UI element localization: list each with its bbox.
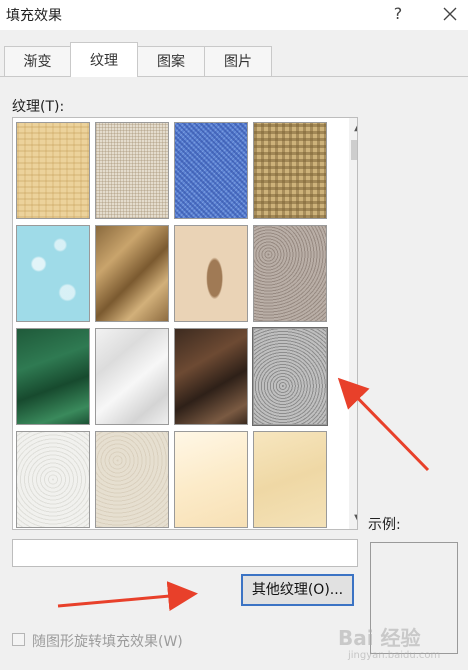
help-button[interactable]: ? [384, 1, 412, 27]
title-bar: 填充效果 ? [0, 0, 468, 30]
close-icon [443, 7, 457, 21]
texture-paper-bag[interactable] [95, 225, 169, 322]
tab-strip: 渐变 纹理 图案 图片 [0, 42, 468, 77]
texture-scrollbar[interactable]: ▲ ▼ [349, 118, 357, 529]
scroll-up-icon[interactable]: ▲ [349, 120, 357, 136]
texture-canvas[interactable] [95, 122, 169, 219]
tab-texture[interactable]: 纹理 [70, 42, 138, 77]
texture-sand[interactable] [253, 225, 327, 322]
arrow-to-other-texture [57, 581, 198, 612]
close-button[interactable] [436, 1, 464, 27]
tab-gradient[interactable]: 渐变 [4, 46, 71, 76]
texture-label: 纹理(T): [12, 99, 65, 115]
texture-denim[interactable] [174, 122, 248, 219]
dialog-title: 填充效果 [6, 8, 62, 24]
other-texture-button[interactable]: 其他纹理(O)... [241, 574, 354, 606]
preview-label: 示例: [368, 517, 401, 533]
watermark-url: jingyan.baidu.com [348, 650, 441, 661]
rotate-with-shape-label: 随图形旋转填充效果(W) [32, 634, 183, 650]
texture-granite[interactable] [252, 327, 328, 426]
scroll-thumb[interactable] [351, 140, 357, 160]
texture-green-marble[interactable] [16, 328, 90, 425]
texture-grid: ▲ ▼ [12, 117, 358, 530]
texture-woven-mat[interactable] [253, 122, 327, 219]
texture-white-marble[interactable] [95, 328, 169, 425]
tab-picture[interactable]: 图片 [204, 46, 272, 76]
texture-brown-marble[interactable] [174, 328, 248, 425]
watermark: Bai 经验 [338, 626, 421, 650]
texture-papyrus[interactable] [16, 122, 90, 219]
tab-pattern[interactable]: 图案 [137, 46, 205, 76]
texture-recycled-paper[interactable] [95, 431, 169, 528]
scroll-down-icon[interactable]: ▼ [349, 511, 357, 527]
texture-stationery[interactable] [253, 431, 327, 528]
texture-fish-fossil[interactable] [174, 225, 248, 322]
texture-newsprint[interactable] [16, 431, 90, 528]
texture-parchment[interactable] [174, 431, 248, 528]
checkbox-box[interactable] [12, 633, 25, 646]
texture-name-field [12, 539, 358, 567]
texture-water-droplets[interactable] [16, 225, 90, 322]
